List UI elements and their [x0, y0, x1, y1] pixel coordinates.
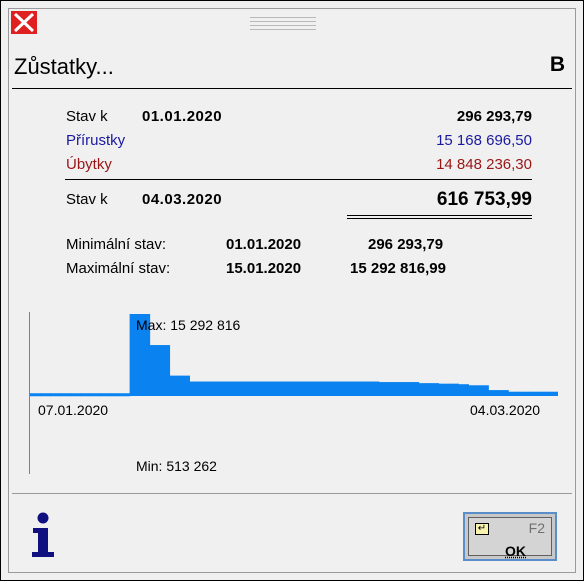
- end-amount: 616 753,99: [436, 189, 532, 210]
- chart-bar: [548, 391, 558, 396]
- start-date: 01.01.2020: [142, 108, 223, 125]
- chart-bar: [488, 390, 499, 396]
- chart-bar: [119, 393, 131, 397]
- chart-bar: [279, 381, 290, 396]
- ok-label: OK: [505, 543, 526, 559]
- max-label: Maximální stav:: [66, 260, 171, 277]
- chart-bar: [159, 345, 171, 396]
- min-date: 01.01.2020: [226, 236, 302, 253]
- chart-bar: [528, 391, 539, 396]
- max-amount: 15 292 816,99: [350, 260, 446, 277]
- chart-bar: [59, 393, 71, 397]
- chart-bar: [169, 375, 181, 396]
- chart-bar: [408, 382, 420, 396]
- chart-bar: [229, 381, 240, 396]
- start-balance-row: Stav k 01.01.2020 296 293,79: [0, 108, 584, 128]
- chart-bar: [348, 381, 360, 396]
- chart-bar: [259, 381, 270, 396]
- chart-bar: [189, 381, 200, 396]
- chart-bar: [388, 382, 400, 396]
- chart-bar: [508, 391, 519, 396]
- start-amount: 296 293,79: [456, 108, 532, 125]
- decreases-label: Úbytky: [66, 156, 112, 173]
- chart-bar: [328, 381, 340, 396]
- chart-bar: [149, 345, 161, 396]
- chart-bar: [239, 381, 250, 396]
- max-date: 15.01.2020: [226, 260, 302, 277]
- chart-bar: [478, 385, 489, 396]
- chart-bar: [358, 381, 370, 396]
- min-amount: 296 293,79: [368, 236, 444, 253]
- title-divider: [12, 88, 572, 89]
- balance-chart: [30, 314, 558, 397]
- enter-key-icon: ↵: [475, 523, 489, 535]
- chart-bar: [109, 393, 121, 397]
- chart-bar: [209, 381, 220, 396]
- increases-row: Přírustky 15 168 696,50: [0, 132, 584, 152]
- chart-bar: [428, 383, 440, 396]
- chart-bar: [49, 393, 61, 397]
- ok-hotkey: F2: [528, 520, 545, 536]
- chart-bar: [418, 383, 430, 396]
- drag-handle[interactable]: [250, 17, 316, 35]
- info-icon[interactable]: [28, 512, 58, 558]
- ok-button-face: ↵ F2 OK: [468, 517, 552, 559]
- ok-button[interactable]: ↵ F2 OK: [463, 512, 557, 561]
- chart-bar: [468, 385, 479, 396]
- chart-start-date: 07.01.2020: [38, 402, 109, 418]
- close-button[interactable]: [11, 11, 37, 34]
- sum-divider: [65, 179, 532, 180]
- chart-bar: [378, 382, 390, 396]
- decreases-amount: 14 848 236,30: [436, 156, 532, 173]
- chart-bar: [308, 381, 320, 396]
- chart-bar: [79, 393, 91, 397]
- decreases-row: Úbytky 14 848 236,30: [0, 156, 584, 176]
- chart-bar: [458, 384, 469, 396]
- total-underline-1: [347, 215, 532, 216]
- window-title: Zůstatky...: [14, 54, 114, 79]
- end-label: Stav k: [66, 191, 108, 208]
- chart-bar: [199, 381, 210, 396]
- chart-bar: [30, 393, 41, 397]
- total-underline-2: [347, 218, 532, 219]
- chart-bar: [498, 390, 509, 396]
- chart-min-label: Min: 513 262: [136, 458, 217, 474]
- chart-bar: [318, 381, 330, 396]
- chart-bar: [448, 383, 459, 396]
- close-icon: [13, 12, 35, 33]
- chart-bar: [99, 393, 111, 397]
- chart-bar: [269, 381, 280, 396]
- chart-bar: [338, 381, 350, 396]
- chart-end-date: 04.03.2020: [470, 402, 541, 418]
- chart-max-label: Max: 15 292 816: [136, 317, 241, 333]
- chart-bar: [249, 381, 260, 396]
- start-label: Stav k: [66, 108, 108, 125]
- chart-bar: [438, 383, 450, 396]
- increases-amount: 15 168 696,50: [436, 132, 532, 149]
- chart-bar: [219, 381, 230, 396]
- end-balance-row: Stav k 04.03.2020 616 753,99: [0, 189, 584, 213]
- chart-bar: [518, 391, 529, 396]
- chart-bar: [398, 382, 410, 396]
- increases-label: Přírustky: [66, 132, 126, 149]
- footer-divider: [12, 493, 572, 494]
- chart-bar: [89, 393, 101, 397]
- chart-bar: [538, 391, 549, 396]
- min-label: Minimální stav:: [66, 236, 167, 253]
- chart-bar: [69, 393, 81, 397]
- chart-bar: [39, 393, 51, 397]
- chart-bar: [289, 381, 300, 396]
- chart-bar: [368, 381, 380, 396]
- chart-bar: [298, 381, 310, 396]
- end-date: 04.03.2020: [142, 191, 223, 208]
- chart-bar: [179, 375, 190, 396]
- title-marker: B: [549, 53, 565, 76]
